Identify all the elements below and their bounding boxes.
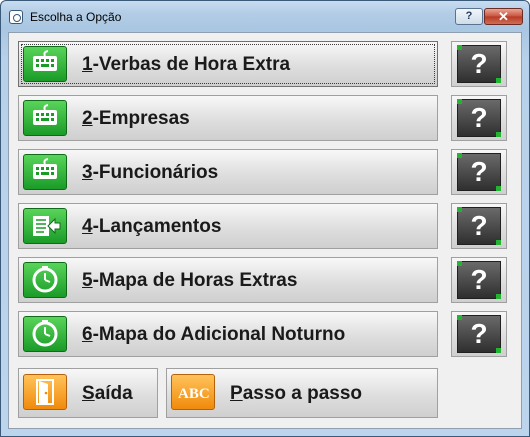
menu-button-mapa-horas[interactable]: 5-Mapa de Horas Extras bbox=[18, 257, 438, 303]
help-icon: ? bbox=[457, 99, 501, 137]
menu-label-empresas: 2-Empresas bbox=[82, 108, 190, 130]
exit-label: Saída bbox=[82, 383, 133, 405]
help-button-5[interactable]: ? bbox=[451, 257, 507, 303]
menu-text-6: -Mapa do Adicional Noturno bbox=[92, 324, 346, 345]
abc-icon: ABC bbox=[171, 374, 215, 410]
dialog-content: 1-Verbas de Hora Extra ? 2-Empresas ? 3-… bbox=[8, 32, 522, 429]
menu-accel-2: 2 bbox=[82, 108, 93, 129]
help-button-2[interactable]: ? bbox=[451, 95, 507, 141]
help-button-6[interactable]: ? bbox=[451, 311, 507, 357]
title-bar[interactable]: Escolha a Opção ? ✕ bbox=[1, 1, 529, 31]
keyboard-icon bbox=[23, 46, 67, 82]
menu-button-empresas[interactable]: 2-Empresas bbox=[18, 95, 438, 141]
help-icon: ? bbox=[457, 261, 501, 299]
menu-text-3: -Funcionários bbox=[92, 162, 219, 183]
help-icon: ? bbox=[457, 45, 501, 83]
keyboard-icon bbox=[23, 154, 67, 190]
menu-button-verbas[interactable]: 1-Verbas de Hora Extra bbox=[18, 41, 438, 87]
menu-label-mapa-adicional: 6-Mapa do Adicional Noturno bbox=[82, 324, 345, 346]
menu-text-1: -Verbas de Hora Extra bbox=[92, 54, 291, 75]
app-icon bbox=[9, 10, 23, 24]
menu-label-verbas: 1-Verbas de Hora Extra bbox=[82, 54, 290, 76]
door-icon bbox=[23, 374, 67, 410]
menu-label-funcionarios: 3-Funcionários bbox=[82, 162, 218, 184]
help-glyph: ? bbox=[470, 264, 488, 295]
help-button-4[interactable]: ? bbox=[451, 203, 507, 249]
steps-accel: P bbox=[230, 383, 243, 404]
help-icon: ? bbox=[457, 315, 501, 353]
exit-text: aída bbox=[94, 383, 133, 404]
menu-accel-5: 5 bbox=[82, 270, 93, 291]
title-help-button[interactable]: ? bbox=[455, 8, 483, 25]
menu-label-mapa-horas: 5-Mapa de Horas Extras bbox=[82, 270, 297, 292]
help-icon: ? bbox=[457, 153, 501, 191]
menu-accel-4: 4 bbox=[82, 216, 93, 237]
menu-button-lancamentos[interactable]: 4-Lançamentos bbox=[18, 203, 438, 249]
menu-text-4: -Lançamentos bbox=[92, 216, 222, 237]
steps-text: asso a passo bbox=[242, 383, 363, 404]
document-arrow-icon bbox=[23, 208, 67, 244]
step-by-step-button[interactable]: ABC Passo a passo bbox=[166, 368, 438, 418]
menu-button-funcionarios[interactable]: 3-Funcionários bbox=[18, 149, 438, 195]
abc-icon-text: ABC bbox=[178, 386, 210, 402]
menu-accel-3: 3 bbox=[82, 162, 93, 183]
help-glyph: ? bbox=[470, 210, 488, 241]
menu-accel-6: 6 bbox=[82, 324, 93, 345]
help-glyph: ? bbox=[470, 102, 488, 133]
help-glyph: ? bbox=[470, 48, 488, 79]
exit-button[interactable]: Saída bbox=[18, 368, 158, 418]
menu-accel-1: 1 bbox=[82, 54, 93, 75]
menu-label-lancamentos: 4-Lançamentos bbox=[82, 216, 221, 238]
dialog-window: Escolha a Opção ? ✕ 1-Verbas de Hora Ext… bbox=[0, 0, 530, 437]
keyboard-icon bbox=[23, 100, 67, 136]
exit-accel: S bbox=[82, 383, 95, 404]
help-glyph: ? bbox=[470, 318, 488, 349]
help-button-1[interactable]: ? bbox=[451, 41, 507, 87]
menu-text-2: -Empresas bbox=[92, 108, 190, 129]
close-button[interactable]: ✕ bbox=[484, 8, 523, 25]
clock-icon bbox=[23, 262, 67, 298]
menu-button-mapa-adicional[interactable]: 6-Mapa do Adicional Noturno bbox=[18, 311, 438, 357]
help-glyph: ? bbox=[470, 156, 488, 187]
help-icon: ? bbox=[457, 207, 501, 245]
menu-text-5: -Mapa de Horas Extras bbox=[92, 270, 298, 291]
window-title: Escolha a Opção bbox=[30, 10, 122, 24]
help-button-3[interactable]: ? bbox=[451, 149, 507, 195]
step-by-step-label: Passo a passo bbox=[230, 383, 362, 405]
clock-icon bbox=[23, 316, 67, 352]
